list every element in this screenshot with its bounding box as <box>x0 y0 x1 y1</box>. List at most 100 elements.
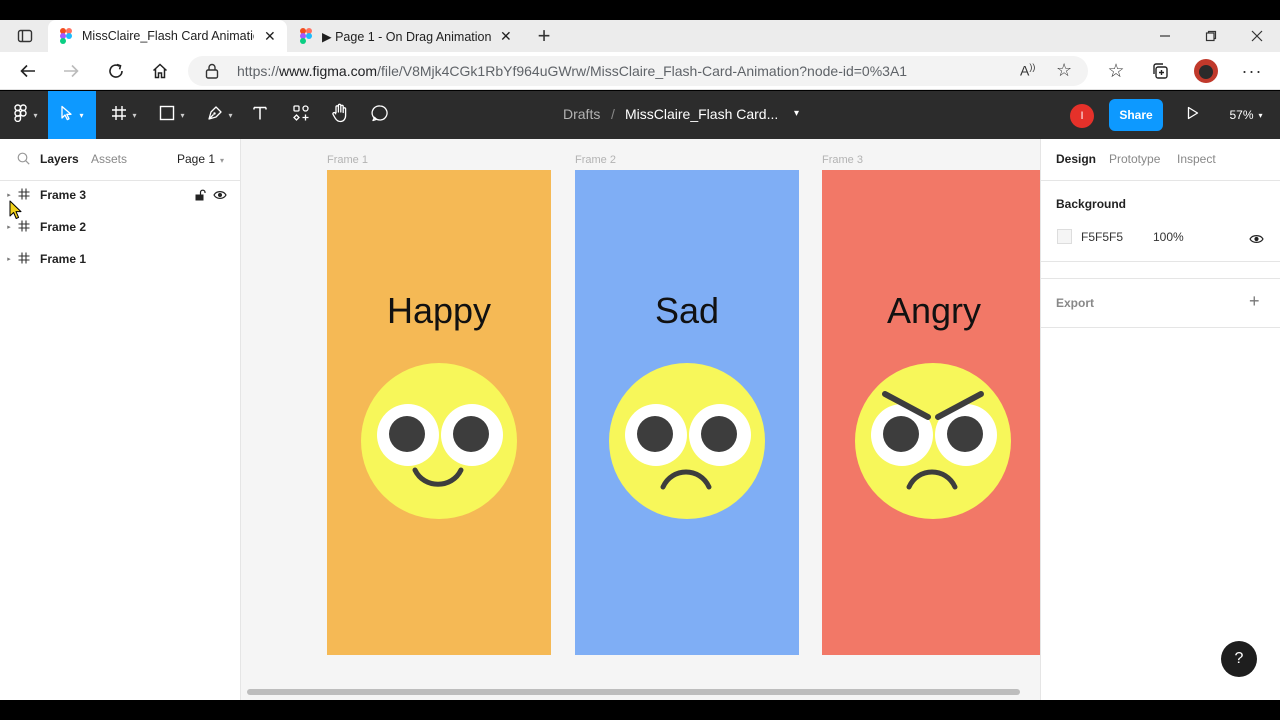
tab-prototype[interactable]: Prototype <box>1109 152 1160 166</box>
eye-icon[interactable] <box>213 189 227 203</box>
user-avatar[interactable]: I <box>1070 104 1094 128</box>
refresh-icon[interactable] <box>101 56 131 86</box>
file-name[interactable]: MissClaire_Flash Card... <box>625 106 778 122</box>
expand-caret-icon[interactable]: ▸ <box>0 191 18 199</box>
close-tab-icon[interactable]: ✕ <box>264 28 276 45</box>
resources-button[interactable] <box>286 91 316 139</box>
card-title: Sad <box>654 290 720 331</box>
angry-face-icon <box>855 363 1011 519</box>
frame-label[interactable]: Frame 2 <box>575 154 616 166</box>
horizontal-scrollbar[interactable] <box>247 689 1020 695</box>
add-export-icon[interactable]: + <box>1249 291 1260 312</box>
chevron-down-icon: ▾ <box>220 156 225 165</box>
share-button[interactable]: Share <box>1109 99 1163 131</box>
figma-menu-icon <box>14 103 28 127</box>
tab-actions-icon[interactable] <box>10 21 40 51</box>
back-icon[interactable] <box>13 56 43 86</box>
tab-design[interactable]: Design <box>1056 152 1096 166</box>
background-hex-field[interactable]: F5F5F5 <box>1081 230 1123 244</box>
page-selector-label: Page 1 <box>177 152 216 166</box>
play-icon <box>1187 106 1199 125</box>
collections-icon[interactable] <box>1145 56 1175 86</box>
cursor-icon <box>60 105 74 126</box>
lock-icon[interactable] <box>205 63 219 84</box>
divider <box>1041 327 1280 328</box>
expand-caret-icon[interactable]: ▸ <box>0 255 18 263</box>
breadcrumb-drafts[interactable]: Drafts <box>563 106 600 122</box>
new-tab-icon[interactable]: + <box>529 21 559 51</box>
tab-inspect[interactable]: Inspect <box>1177 152 1216 166</box>
layer-name: Frame 1 <box>40 252 87 266</box>
rectangle-icon <box>159 105 175 126</box>
background-heading: Background <box>1056 197 1127 211</box>
shape-tool-button[interactable]: ▾ <box>152 91 192 139</box>
frame-tool-button[interactable]: ▾ <box>104 91 144 139</box>
figma-favicon-icon <box>300 28 312 44</box>
unlock-icon[interactable] <box>195 189 206 204</box>
main-menu-button[interactable]: ▾ <box>6 91 46 139</box>
background-opacity-field[interactable]: 100% <box>1153 230 1184 244</box>
happy-face-icon <box>361 363 517 519</box>
help-button[interactable]: ? <box>1221 641 1257 677</box>
divider <box>1041 261 1280 262</box>
frame-happy[interactable]: Happy <box>327 170 551 655</box>
layer-row[interactable]: ▸ Frame 3 <box>0 179 240 211</box>
forward-icon[interactable] <box>56 56 86 86</box>
browser-nav-bar: https://www.figma.com/file/V8Mjk4CGk1RbY… <box>0 52 1280 90</box>
browser-tab-active[interactable]: MissClaire_Flash Card Animation ✕ <box>48 20 287 52</box>
comment-icon <box>371 104 389 127</box>
zoom-level: 57% <box>1229 108 1254 122</box>
home-icon[interactable] <box>145 56 175 86</box>
frame-icon <box>111 105 127 126</box>
add-favorite-icon[interactable]: ☆ <box>1056 60 1072 81</box>
export-heading: Export <box>1056 296 1095 310</box>
tab-layers[interactable]: Layers <box>40 152 79 166</box>
close-tab-icon[interactable]: ✕ <box>500 28 512 45</box>
address-bar[interactable]: https://www.figma.com/file/V8Mjk4CGk1RbY… <box>188 56 1088 86</box>
layer-row[interactable]: ▸ Frame 2 <box>0 211 240 243</box>
favorites-icon[interactable]: ☆ <box>1101 56 1131 86</box>
browser-tab-strip: MissClaire_Flash Card Animation ✕ ▶ Page… <box>0 20 1280 52</box>
more-options-icon[interactable]: ··· <box>1237 56 1267 86</box>
chevron-down-icon[interactable]: ▾ <box>794 108 799 119</box>
page-selector[interactable]: Page 1 ▾ <box>177 152 224 166</box>
hand-icon <box>331 103 349 128</box>
frame-label[interactable]: Frame 1 <box>327 154 368 166</box>
breadcrumb-separator: / <box>611 106 615 122</box>
browser-tab[interactable]: ▶ Page 1 - On Drag Animation (I ✕ <box>290 20 525 52</box>
figma-toolbar: ▾ ▾ ▾ ▾ ▾ Drafts / MissClaire_Flash Card… <box>0 91 1280 139</box>
tab-title: MissClaire_Flash Card Animation <box>82 29 254 43</box>
hand-tool-button[interactable] <box>325 91 355 139</box>
layer-name: Frame 3 <box>40 188 87 202</box>
move-tool-button[interactable]: ▾ <box>48 91 96 139</box>
profile-avatar[interactable] <box>1194 59 1218 83</box>
frame-label[interactable]: Frame 3 <box>822 154 863 166</box>
frame-angry[interactable]: Angry <box>822 170 1040 655</box>
text-icon <box>252 105 268 126</box>
tab-title: ▶ Page 1 - On Drag Animation (I <box>322 29 492 44</box>
url-text[interactable]: https://www.figma.com/file/V8Mjk4CGk1RbY… <box>237 63 907 79</box>
search-icon[interactable] <box>17 152 30 170</box>
frame-sad[interactable]: Sad <box>575 170 799 655</box>
pen-tool-button[interactable]: ▾ <box>200 91 240 139</box>
divider <box>1041 278 1280 279</box>
layers-panel: Layers Assets Page 1 ▾ ▸ Frame 3 ▸ Frame … <box>0 139 241 700</box>
restore-icon[interactable] <box>1196 21 1226 51</box>
zoom-menu[interactable]: 57% ▾ <box>1222 91 1270 139</box>
mouse-cursor-icon <box>9 200 23 225</box>
card-title: Angry <box>886 290 982 331</box>
figma-favicon-icon <box>60 28 72 44</box>
eye-icon[interactable] <box>1249 231 1264 249</box>
minimize-icon[interactable] <box>1150 21 1180 51</box>
design-panel: Design Prototype Inspect Background F5F5… <box>1040 139 1280 700</box>
present-button[interactable] <box>1180 91 1206 139</box>
background-color-swatch[interactable] <box>1057 229 1072 244</box>
bottom-letterbox <box>0 700 1280 720</box>
layer-row[interactable]: ▸ Frame 1 <box>0 243 240 275</box>
canvas[interactable]: Frame 1 Happy Frame 2 Sad Frame 3 Angry <box>241 139 1040 700</box>
text-tool-button[interactable] <box>246 91 274 139</box>
tab-assets[interactable]: Assets <box>91 152 127 166</box>
read-aloud-icon[interactable]: A)) <box>1020 62 1035 79</box>
comment-tool-button[interactable] <box>365 91 395 139</box>
close-window-icon[interactable] <box>1242 21 1272 51</box>
